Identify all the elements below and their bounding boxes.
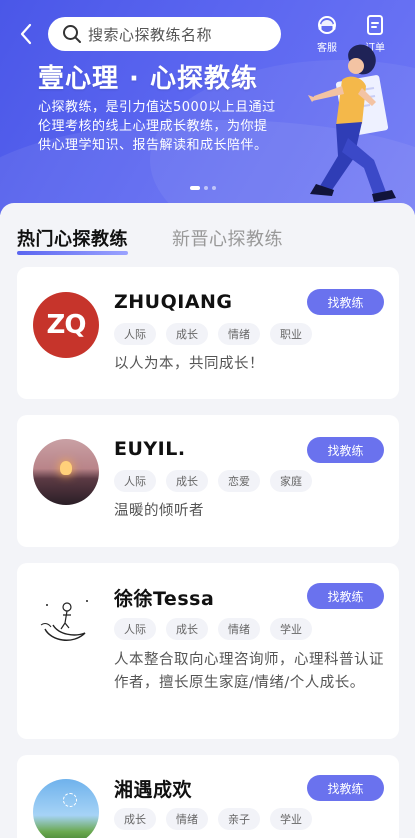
find-coach-button[interactable]: 找教练 (307, 583, 384, 609)
search-icon (63, 25, 81, 43)
tag: 成长 (114, 808, 156, 830)
tag: 恋爱 (218, 470, 260, 492)
coach-name: 徐徐Tessa (114, 588, 215, 610)
coach-tags: 人际 成长 情绪 学业 (114, 618, 312, 640)
coach-name: EUYIL. (114, 438, 186, 460)
receipt-icon (367, 15, 383, 35)
tag: 职业 (270, 323, 312, 345)
banner-description: 心探教练，是引力值达5000以上且通过伦理考核的线上心理成长教练，为你提供心理学… (38, 100, 276, 153)
headset-icon (318, 16, 336, 34)
coach-illustration (308, 44, 396, 202)
coach-list-panel: 热门心探教练 新晋心探教练 ZQ ZHUQIANG 找教练 人际 成长 情绪 职… (0, 203, 415, 838)
tag: 学业 (270, 808, 312, 830)
search-placeholder: 搜索心探教练名称 (88, 25, 213, 44)
tag: 学业 (270, 618, 312, 640)
tag: 成长 (166, 323, 208, 345)
tag: 人际 (114, 618, 156, 640)
carousel-dot[interactable] (204, 186, 208, 190)
coach-tabs: 热门心探教练 新晋心探教练 (17, 225, 283, 255)
header-banner: 搜索心探教练名称 客服 订单 壹心理 · 心探教练 心探教练，是引力值达5000… (0, 0, 415, 215)
chevron-left-icon (20, 23, 32, 45)
find-coach-button[interactable]: 找教练 (307, 775, 384, 801)
carousel-indicator (190, 186, 216, 190)
tag: 情绪 (218, 618, 260, 640)
tag: 亲子 (218, 808, 260, 830)
tag: 人际 (114, 470, 156, 492)
coach-name: ZHUQIANG (114, 291, 233, 313)
carousel-dot[interactable] (190, 186, 200, 190)
coach-name: 湘遇成欢 (114, 779, 193, 801)
avatar (33, 439, 99, 505)
coach-card[interactable]: EUYIL. 找教练 人际 成长 恋爱 家庭 温暖的倾听者 (17, 415, 399, 547)
back-button[interactable] (14, 20, 38, 48)
coach-description: 温暖的倾听者 (114, 503, 204, 519)
carousel-dot[interactable] (212, 186, 216, 190)
tab-hot-coaches[interactable]: 热门心探教练 (17, 225, 128, 255)
search-input[interactable]: 搜索心探教练名称 (48, 17, 281, 51)
tag: 情绪 (166, 808, 208, 830)
find-coach-button[interactable]: 找教练 (307, 437, 384, 463)
moon-sketch-icon (40, 600, 88, 641)
dandelion-decoration (63, 793, 77, 807)
coach-tags: 人际 成长 情绪 职业 (114, 323, 312, 345)
tag: 情绪 (218, 323, 260, 345)
coach-card[interactable]: 徐徐Tessa 找教练 人际 成长 情绪 学业 人本整合取向心理咨询师，心理科普… (17, 563, 399, 739)
tag: 成长 (166, 470, 208, 492)
lantern-decoration (60, 461, 72, 475)
banner-title: 壹心理 · 心探教练 (38, 64, 258, 94)
avatar: ZQ (33, 292, 99, 358)
avatar (33, 585, 99, 651)
coach-card[interactable]: ZQ ZHUQIANG 找教练 人际 成长 情绪 职业 以人为本，共同成长！ (17, 267, 399, 399)
coach-description: 以人为本，共同成长！ (114, 356, 264, 372)
coach-tags: 人际 成长 恋爱 家庭 (114, 470, 312, 492)
tag: 人际 (114, 323, 156, 345)
tag: 家庭 (270, 470, 312, 492)
coach-tags: 成长 情绪 亲子 学业 (114, 808, 312, 830)
find-coach-button[interactable]: 找教练 (307, 289, 384, 315)
coach-card[interactable]: 湘遇成欢 找教练 成长 情绪 亲子 学业 (17, 755, 399, 838)
avatar (33, 779, 99, 838)
avatar-logo-text: ZQ (46, 310, 87, 340)
tag: 成长 (166, 618, 208, 640)
coach-description: 人本整合取向心理咨询师，心理科普认证作者，擅长原生家庭/情绪/个人成长。 (114, 652, 384, 691)
tab-new-coaches[interactable]: 新晋心探教练 (172, 225, 283, 251)
